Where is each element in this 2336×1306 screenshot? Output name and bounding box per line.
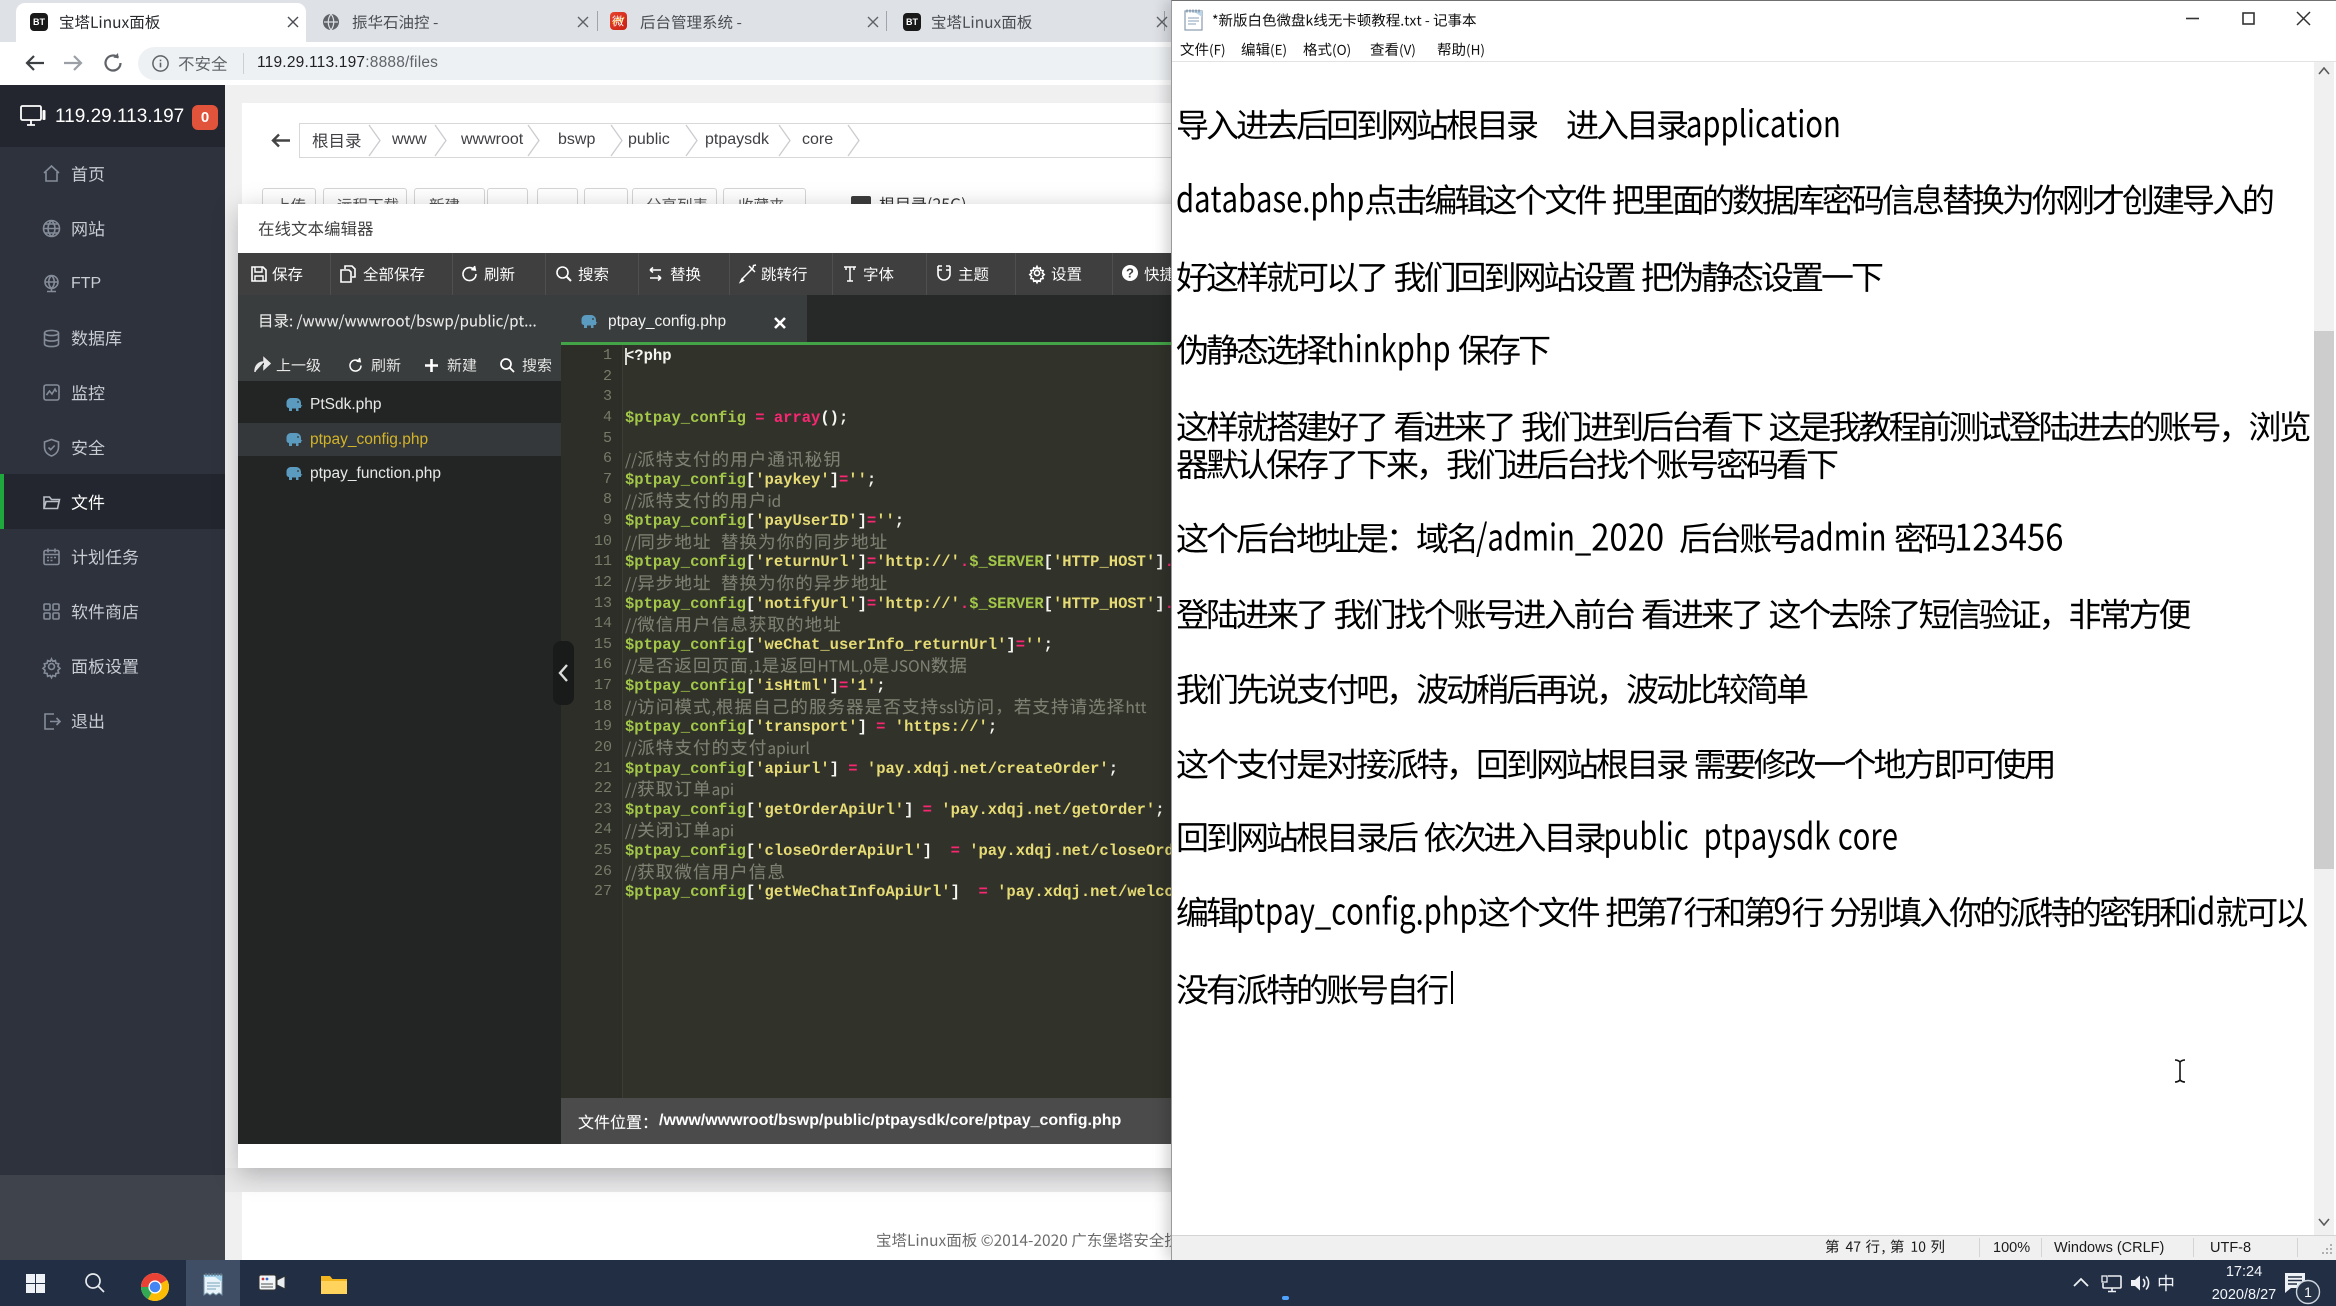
svg-text:?: ? (1126, 266, 1134, 281)
svg-text:1: 1 (2304, 1284, 2312, 1300)
